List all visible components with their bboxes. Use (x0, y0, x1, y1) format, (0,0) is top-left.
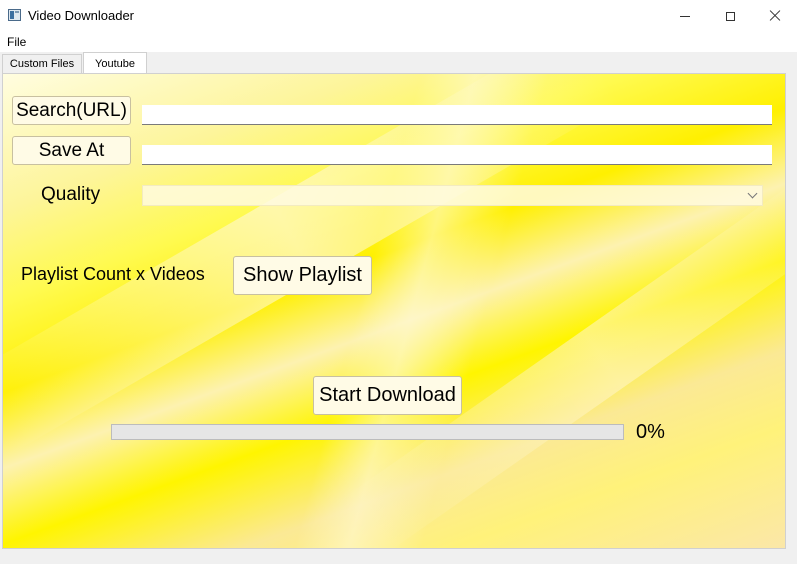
tab-youtube[interactable]: Youtube (83, 52, 147, 74)
maximize-icon (725, 11, 735, 21)
youtube-tab-panel: Search(URL) Save At Quality Playlist Cou… (2, 73, 786, 549)
show-playlist-button[interactable]: Show Playlist (233, 256, 372, 295)
window-title: Video Downloader (28, 8, 134, 23)
menu-bar: File (0, 32, 797, 52)
tab-custom-files[interactable]: Custom Files (2, 54, 82, 73)
playlist-count-label: Playlist Count x Videos (21, 264, 205, 284)
minimize-button[interactable] (662, 0, 708, 32)
quality-label: Quality (41, 184, 101, 205)
status-bar (0, 549, 797, 564)
chevron-down-icon (747, 188, 758, 199)
start-download-button[interactable]: Start Download (313, 376, 462, 415)
tab-bar: Custom Files Youtube (0, 52, 797, 74)
app-icon (8, 9, 21, 21)
save-at-button[interactable]: Save At (12, 136, 131, 165)
minimize-icon (680, 15, 690, 17)
quality-select[interactable] (142, 185, 763, 206)
search-url-button[interactable]: Search(URL) (12, 96, 131, 125)
download-progress-bar (111, 424, 624, 440)
maximize-button[interactable] (707, 0, 753, 32)
url-input[interactable] (142, 105, 772, 125)
title-bar: Video Downloader (0, 0, 797, 32)
progress-percent: 0% (636, 421, 665, 443)
save-path-input[interactable] (142, 145, 772, 165)
close-button[interactable] (752, 0, 797, 32)
menu-file[interactable]: File (7, 35, 26, 49)
close-icon (769, 10, 781, 22)
